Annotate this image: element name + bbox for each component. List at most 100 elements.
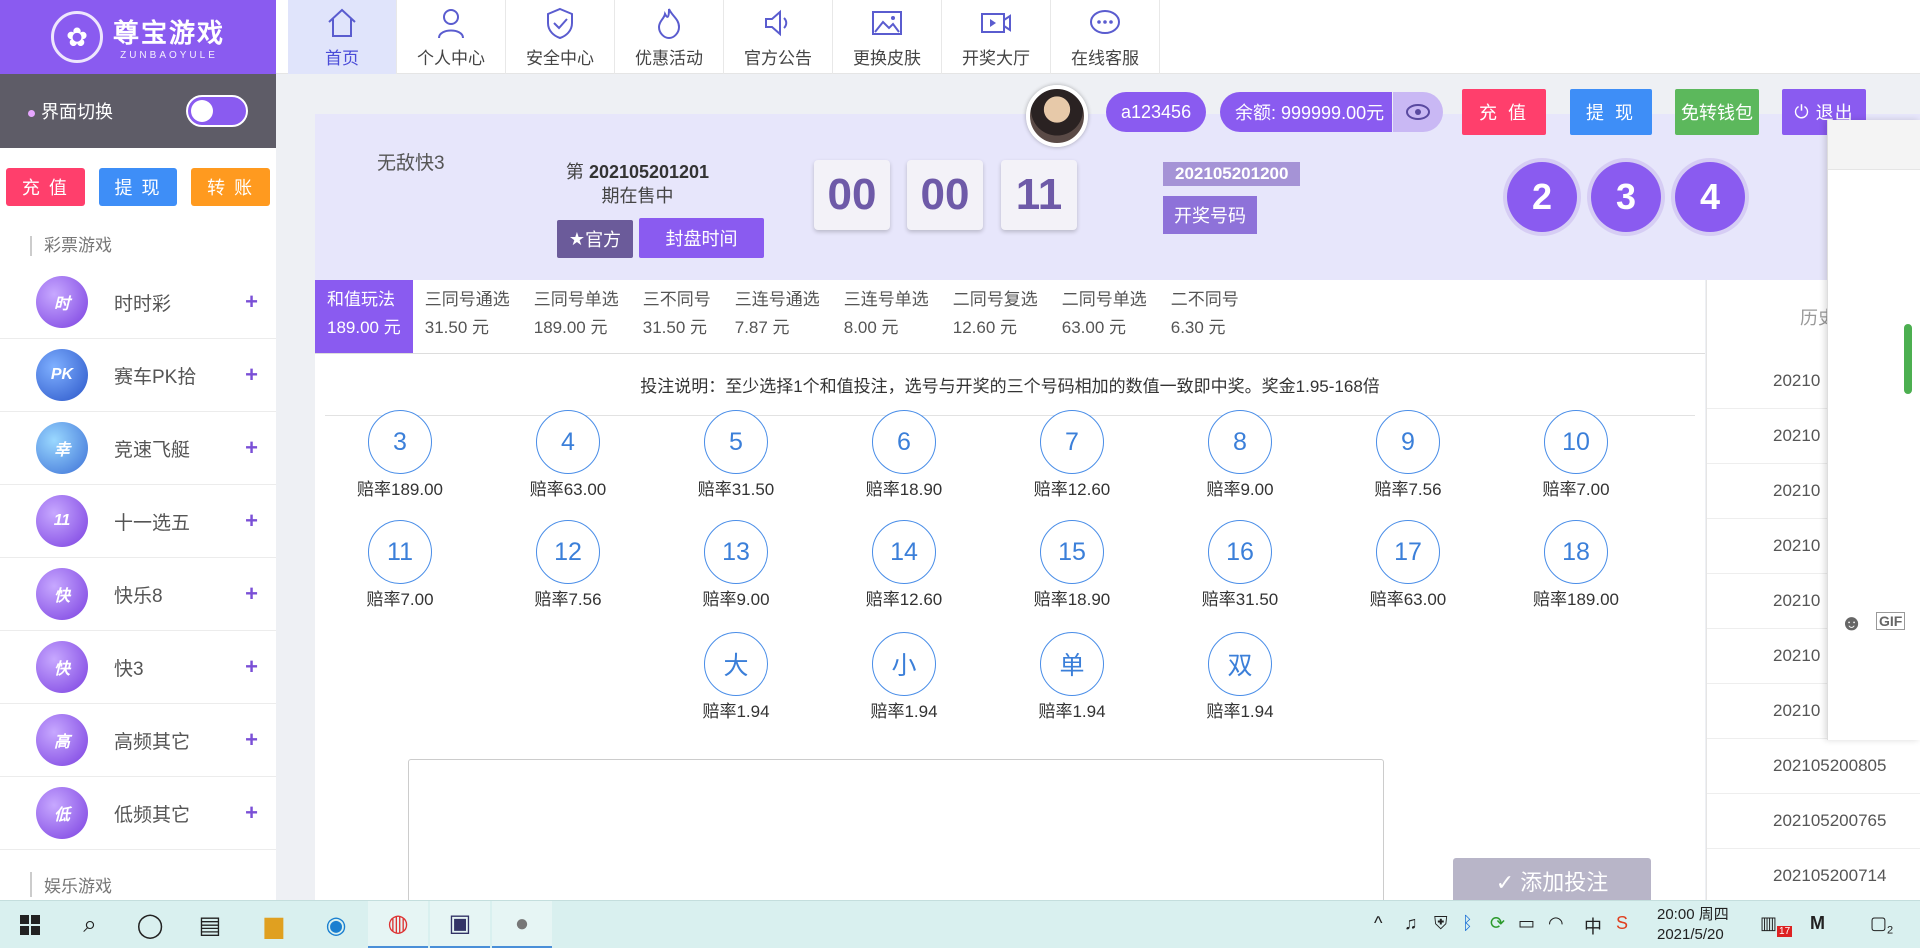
bluetooth-icon[interactable]: ᛒ — [1462, 913, 1473, 934]
logo[interactable]: ✿ 尊宝游戏 ZUNBAOYULE — [0, 0, 276, 74]
emoji-icon[interactable]: ☻ — [1840, 610, 1863, 636]
sidebar-item-ssc[interactable]: 时 时时彩 + — [0, 266, 276, 339]
number-option[interactable]: 双赔率1.94 — [1165, 632, 1315, 722]
nav-draw-hall[interactable]: 开奖大厅 — [942, 0, 1051, 74]
number-ball[interactable]: 6 — [872, 410, 936, 474]
nav-announcements[interactable]: 官方公告 — [724, 0, 833, 74]
sidebar-transfer-button[interactable]: 转 账 — [191, 168, 271, 206]
number-ball[interactable]: 11 — [368, 520, 432, 584]
number-ball[interactable]: 9 — [1376, 410, 1440, 474]
tab-straight-single[interactable]: 三连号单选 8.00 元 — [832, 280, 941, 353]
nav-skin[interactable]: 更换皮肤 — [833, 0, 942, 74]
notification-bell-icon[interactable]: ♫ — [1404, 913, 1418, 934]
app-icon[interactable]: ▣ — [430, 901, 490, 948]
number-option[interactable]: 7 赔率12.60 — [997, 410, 1147, 500]
number-ball[interactable]: 4 — [536, 410, 600, 474]
number-option[interactable]: 5 赔率31.50 — [661, 410, 811, 500]
number-option[interactable]: 3 赔率189.00 — [325, 410, 475, 500]
number-option[interactable]: 大赔率1.94 — [661, 632, 811, 722]
ime-indicator[interactable]: 中 — [1584, 913, 1602, 939]
number-option[interactable]: 11 赔率7.00 — [325, 520, 475, 610]
tab-three-diff[interactable]: 三不同号 31.50 元 — [631, 280, 723, 353]
expand-plus-icon[interactable]: + — [245, 800, 258, 826]
number-ball[interactable]: 5 — [704, 410, 768, 474]
number-ball[interactable]: 双 — [1208, 632, 1272, 696]
file-explorer-icon[interactable]: ▆ — [244, 901, 304, 948]
chrome-icon[interactable]: ◍ — [368, 901, 428, 948]
nav-personal[interactable]: 个人中心 — [397, 0, 506, 74]
number-option[interactable]: 17 赔率63.00 — [1333, 520, 1483, 610]
expand-plus-icon[interactable]: + — [245, 508, 258, 534]
tab-triple-all[interactable]: 三同号通选 31.50 元 — [413, 280, 522, 353]
tray-chevron-icon[interactable]: ^ — [1374, 913, 1382, 934]
number-option[interactable]: 小赔率1.94 — [829, 632, 979, 722]
username-badge[interactable]: a123456 — [1106, 92, 1207, 132]
tab-pair-multi[interactable]: 二同号复选 12.60 元 — [941, 280, 1050, 353]
avatar-app-icon[interactable]: ● — [492, 901, 552, 948]
official-badge[interactable]: ★ 官方 — [557, 220, 633, 258]
nav-security[interactable]: 安全中心 — [506, 0, 615, 74]
task-view-icon[interactable]: ▤ — [180, 901, 240, 948]
edge-icon[interactable]: ◉ — [306, 901, 366, 948]
number-ball[interactable]: 13 — [704, 520, 768, 584]
number-ball[interactable]: 15 — [1040, 520, 1104, 584]
app-tray-icon[interactable]: M — [1810, 913, 1825, 934]
gif-icon[interactable]: GIF — [1876, 612, 1906, 630]
number-option[interactable]: 单赔率1.94 — [997, 632, 1147, 722]
number-option[interactable]: 4 赔率63.00 — [493, 410, 643, 500]
wifi-icon[interactable]: ◠ — [1548, 913, 1564, 934]
tab-straight-all[interactable]: 三连号通选 7.87 元 — [723, 280, 832, 353]
scrollbar[interactable] — [1904, 324, 1912, 394]
tab-pair-single[interactable]: 二同号单选 63.00 元 — [1050, 280, 1159, 353]
number-option[interactable]: 10 赔率7.00 — [1501, 410, 1651, 500]
nav-promotions[interactable]: 优惠活动 — [615, 0, 724, 74]
notes-icon[interactable]: ▥ 17 — [1760, 913, 1793, 937]
number-ball[interactable]: 16 — [1208, 520, 1272, 584]
number-option[interactable]: 16 赔率31.50 — [1165, 520, 1315, 610]
expand-plus-icon[interactable]: + — [245, 727, 258, 753]
history-row[interactable]: 202105200765 — [1707, 794, 1920, 849]
search-icon[interactable]: ⌕ — [60, 901, 120, 948]
security-icon[interactable]: ⛨ — [1434, 913, 1448, 934]
tab-sum[interactable]: 和值玩法 189.00 元 — [315, 280, 413, 353]
number-option[interactable]: 18 赔率189.00 — [1501, 520, 1651, 610]
cortana-icon[interactable]: ◯ — [120, 901, 180, 948]
number-ball[interactable]: 7 — [1040, 410, 1104, 474]
number-ball[interactable]: 14 — [872, 520, 936, 584]
expand-plus-icon[interactable]: + — [245, 581, 258, 607]
draw-numbers-button[interactable]: 开奖号码 — [1163, 196, 1257, 234]
number-option[interactable]: 14 赔率12.60 — [829, 520, 979, 610]
number-ball[interactable]: 小 — [872, 632, 936, 696]
sync-icon[interactable]: ⟳ — [1490, 913, 1505, 934]
sogou-icon[interactable]: S — [1616, 913, 1628, 934]
display-icon[interactable]: ▭ — [1518, 913, 1535, 934]
history-row[interactable]: 202105200714 — [1707, 849, 1920, 904]
action-center-icon[interactable]: ▢2 — [1870, 913, 1893, 937]
number-ball[interactable]: 3 — [368, 410, 432, 474]
number-ball[interactable]: 单 — [1040, 632, 1104, 696]
number-option[interactable]: 12 赔率7.56 — [493, 520, 643, 610]
number-ball[interactable]: 大 — [704, 632, 768, 696]
sidebar-item-high-freq[interactable]: 高 高频其它 + — [0, 704, 276, 777]
sidebar-item-k3[interactable]: 快 快3 + — [0, 631, 276, 704]
number-ball[interactable]: 10 — [1544, 410, 1608, 474]
theme-toggle[interactable] — [186, 95, 248, 127]
number-ball[interactable]: 8 — [1208, 410, 1272, 474]
avatar[interactable] — [1026, 85, 1088, 147]
tab-triple-single[interactable]: 三同号单选 189.00 元 — [522, 280, 631, 353]
close-time-button[interactable]: 封盘时间 — [639, 218, 764, 258]
recharge-button[interactable]: 充 值 — [1462, 89, 1546, 135]
free-transfer-wallet-button[interactable]: 免转钱包 — [1675, 89, 1759, 135]
chat-overlay-panel[interactable]: ☻ GIF — [1827, 120, 1920, 740]
sidebar-item-pk10[interactable]: PK 赛车PK拾 + — [0, 339, 276, 412]
sidebar-recharge-button[interactable]: 充 值 — [6, 168, 85, 206]
history-row[interactable]: 202105200805 — [1707, 739, 1920, 794]
sidebar-item-low-freq[interactable]: 低 低频其它 + — [0, 777, 276, 850]
clock[interactable]: 20:00 周四 2021/5/20 — [1657, 905, 1729, 945]
expand-plus-icon[interactable]: + — [245, 362, 258, 388]
add-bet-button[interactable]: ✓ 添加投注 — [1453, 858, 1651, 904]
expand-plus-icon[interactable]: + — [245, 654, 258, 680]
tab-two-diff[interactable]: 二不同号 6.30 元 — [1159, 280, 1251, 353]
sidebar-item-kl8[interactable]: 快 快乐8 + — [0, 558, 276, 631]
nav-home[interactable]: 首页 — [288, 0, 397, 74]
